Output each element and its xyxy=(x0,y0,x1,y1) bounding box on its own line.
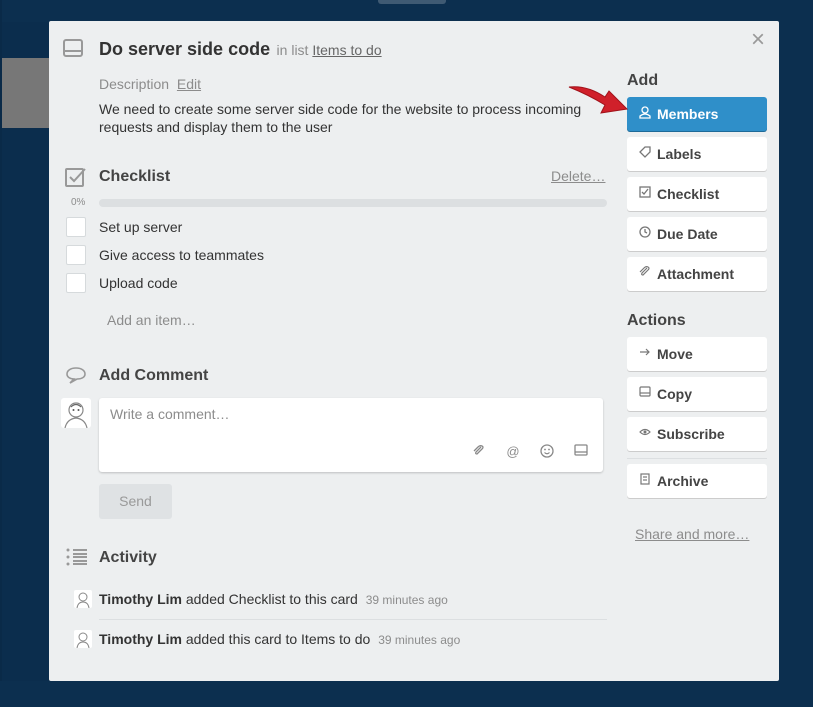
labels-button[interactable]: Labels xyxy=(627,137,767,171)
description-header: Description Edit xyxy=(99,76,201,92)
card-icon xyxy=(638,386,652,400)
card-title[interactable]: Do server side code xyxy=(99,39,270,59)
board-background-right xyxy=(779,0,813,707)
attachment-icon[interactable] xyxy=(471,444,487,460)
activity-action: added Checklist to this card xyxy=(185,591,358,607)
board-logo xyxy=(378,0,446,4)
activity-time[interactable]: 39 minutes ago xyxy=(366,593,448,607)
checklist-button[interactable]: Checklist xyxy=(627,177,767,211)
members-button[interactable]: Members xyxy=(627,97,767,131)
checklist-button-label: Checklist xyxy=(657,186,720,202)
attachment-button-label: Attachment xyxy=(657,266,735,282)
arrow-right-icon xyxy=(638,346,652,360)
card-detail-window: × Do server side code in list Items to d… xyxy=(49,21,779,681)
checklist-item-checkbox[interactable] xyxy=(66,273,86,293)
checklist-item-label[interactable]: Set up server xyxy=(99,219,182,235)
copy-button[interactable]: Copy xyxy=(627,377,767,411)
checklist-progress-bar xyxy=(99,199,607,207)
close-icon[interactable]: × xyxy=(747,28,769,52)
add-heading: Add xyxy=(627,72,659,89)
share-and-more-link[interactable]: Share and more… xyxy=(635,526,749,542)
checkbox-icon xyxy=(638,186,652,200)
checklist-title[interactable]: Checklist xyxy=(99,168,170,186)
avatar[interactable] xyxy=(74,590,92,608)
members-button-label: Members xyxy=(657,106,719,122)
checklist-item-label[interactable]: Give access to teammates xyxy=(99,247,264,263)
due-date-button[interactable]: Due Date xyxy=(627,217,767,251)
comment-composer[interactable]: @ xyxy=(99,398,603,472)
emoji-icon[interactable] xyxy=(539,444,555,460)
activity-entry: Timothy Lim added Checklist to this card… xyxy=(69,590,607,612)
person-icon xyxy=(638,106,652,120)
checklist-item-checkbox[interactable] xyxy=(66,245,86,265)
board-background-left xyxy=(0,0,2,707)
list-link[interactable]: Items to do xyxy=(312,42,381,58)
comment-toolbar: @ xyxy=(471,444,589,460)
move-button-label: Move xyxy=(657,346,693,362)
mention-icon[interactable]: @ xyxy=(505,444,521,460)
activity-text: Timothy Lim added this card to Items to … xyxy=(99,631,460,647)
activity-entry: Timothy Lim added this card to Items to … xyxy=(69,630,607,652)
archive-icon xyxy=(638,473,652,487)
in-list-text: in list Items to do xyxy=(277,42,382,58)
in-list-prefix: in list xyxy=(276,42,309,58)
due-date-button-label: Due Date xyxy=(657,226,718,242)
subscribe-button[interactable]: Subscribe xyxy=(627,417,767,451)
activity-action: added this card to Items to do xyxy=(185,631,371,647)
board-background-bottom xyxy=(0,681,813,707)
checklist-icon xyxy=(65,166,87,193)
card-header: Do server side code in list Items to do xyxy=(99,39,382,60)
description-label: Description xyxy=(99,76,170,92)
subscribe-button-label: Subscribe xyxy=(657,426,725,442)
description-edit-link[interactable]: Edit xyxy=(177,76,201,92)
add-checklist-item-link[interactable]: Add an item… xyxy=(107,312,196,328)
avatar[interactable] xyxy=(74,630,92,648)
copy-button-label: Copy xyxy=(657,386,692,402)
checklist-delete-link[interactable]: Delete… xyxy=(551,168,605,184)
clock-icon xyxy=(638,226,652,240)
tag-icon xyxy=(638,146,652,160)
eye-icon xyxy=(638,426,652,440)
card-icon xyxy=(63,39,83,62)
archive-button[interactable]: Archive xyxy=(627,464,767,498)
archive-button-label: Archive xyxy=(657,473,709,489)
activity-divider xyxy=(99,619,607,620)
activity-text: Timothy Lim added Checklist to this card… xyxy=(99,591,448,607)
paperclip-icon xyxy=(638,266,652,280)
checklist-progress-percent: 0% xyxy=(71,197,86,208)
send-button[interactable]: Send xyxy=(99,484,172,519)
checklist-item-checkbox[interactable] xyxy=(66,217,86,237)
card-icon[interactable] xyxy=(573,444,589,460)
attachment-button[interactable]: Attachment xyxy=(627,257,767,291)
activity-title: Activity xyxy=(99,549,157,566)
actions-heading: Actions xyxy=(627,312,686,329)
sidebar-divider xyxy=(627,458,767,459)
avatar[interactable] xyxy=(61,398,91,428)
description-text[interactable]: We need to create some server side code … xyxy=(99,100,599,136)
activity-time[interactable]: 39 minutes ago xyxy=(378,633,460,647)
comment-icon xyxy=(65,366,87,389)
activity-user[interactable]: Timothy Lim xyxy=(99,631,182,647)
activity-icon xyxy=(66,548,88,571)
labels-button-label: Labels xyxy=(657,146,702,162)
move-button[interactable]: Move xyxy=(627,337,767,371)
add-comment-title: Add Comment xyxy=(99,367,209,384)
activity-user[interactable]: Timothy Lim xyxy=(99,591,182,607)
pointer-arrow-annotation xyxy=(567,81,631,126)
checklist-item-label[interactable]: Upload code xyxy=(99,275,178,291)
comment-input[interactable] xyxy=(110,406,590,422)
